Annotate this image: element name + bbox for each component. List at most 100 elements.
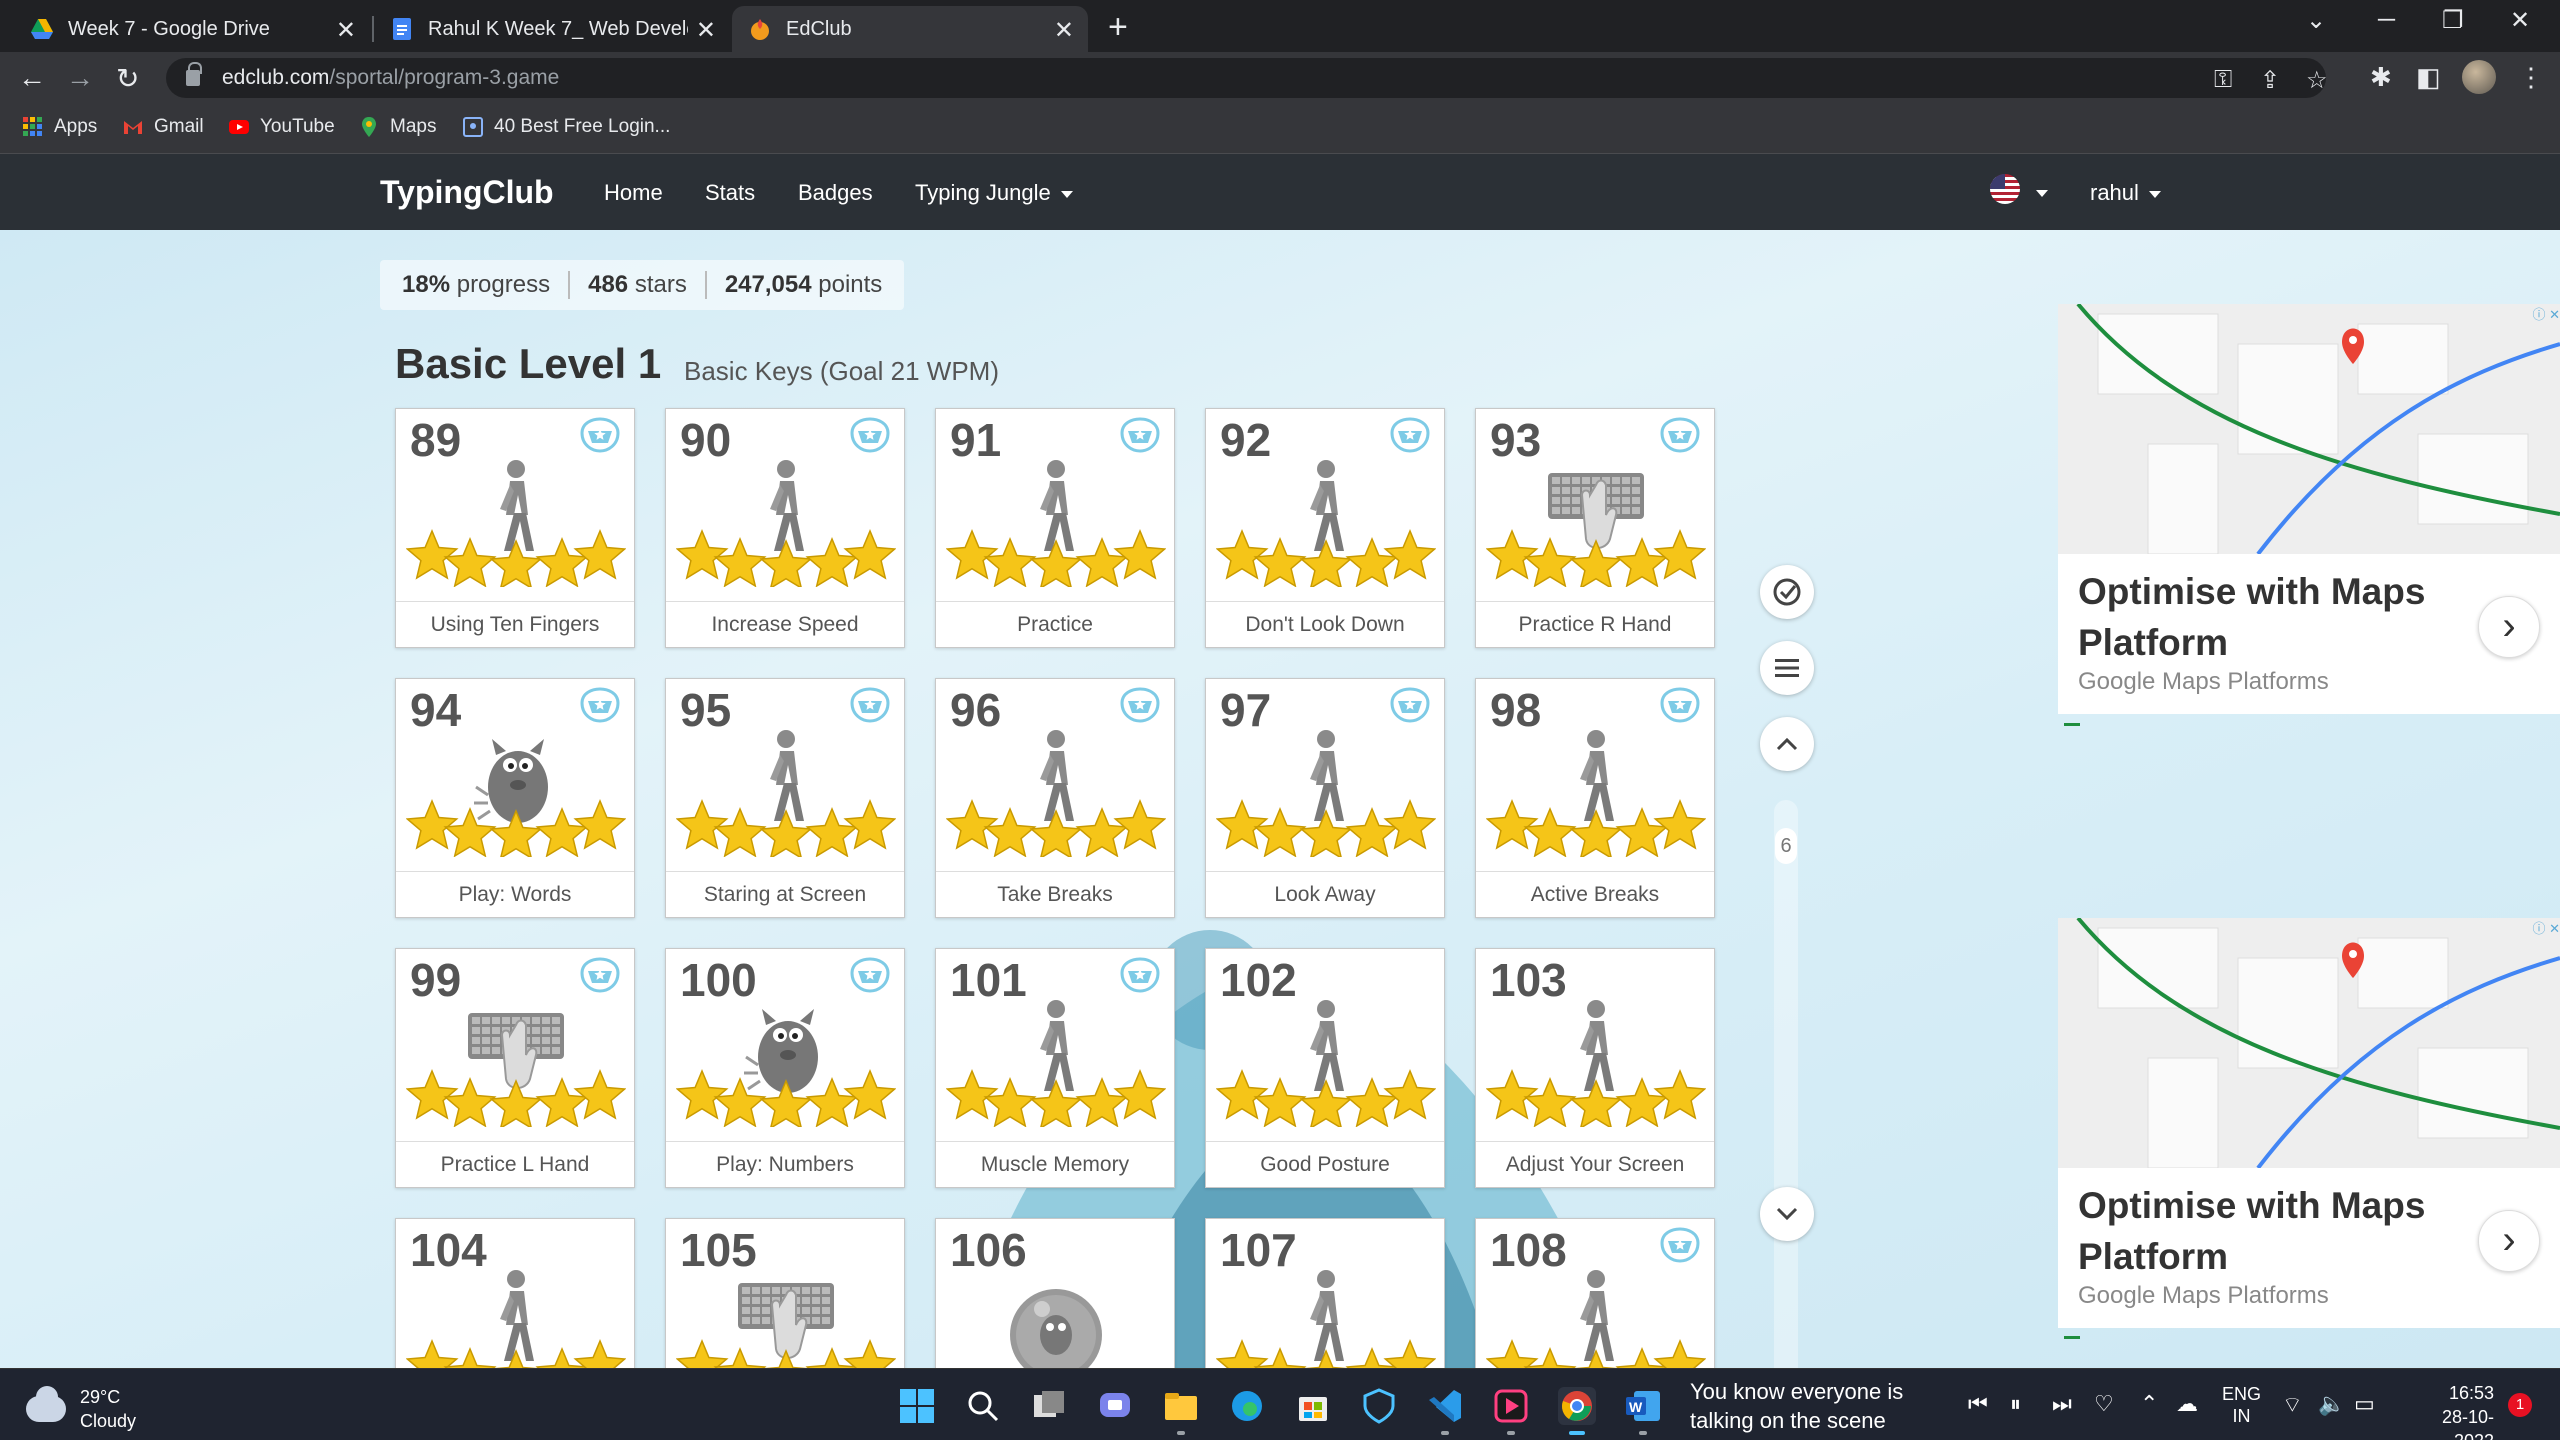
check-progress-button[interactable] — [1760, 565, 1814, 619]
level-scrollbar[interactable] — [1774, 800, 1798, 1368]
lesson-card[interactable]: 89 Using Ten Fingers — [395, 408, 635, 648]
nav-stats[interactable]: Stats — [705, 180, 755, 206]
typingclub-logo[interactable]: TypingClub — [380, 174, 554, 211]
scroll-down-button[interactable] — [1760, 1187, 1814, 1241]
scroll-position-indicator[interactable]: 6 — [1775, 828, 1797, 864]
word-icon[interactable]: W — [1624, 1387, 1662, 1425]
key-icon[interactable]: ⚿ — [2214, 66, 2232, 94]
language-indicator[interactable]: ENG IN — [2222, 1383, 2261, 1427]
wifi-icon[interactable]: ⌔ — [2282, 1391, 2303, 1419]
browser-tab-bar: Week 7 - Google Drive ✕ Rahul K Week 7_ … — [0, 0, 2560, 52]
bookmark-gmail[interactable]: Gmail — [122, 116, 204, 138]
reload-icon[interactable]: ↻ — [116, 62, 139, 95]
extensions-icon[interactable]: ✱ — [2370, 62, 2392, 93]
restore-icon[interactable]: ❐ — [2442, 6, 2464, 35]
next-track-icon[interactable]: ⏭ — [2052, 1391, 2072, 1417]
chevron-right-icon[interactable]: › — [2478, 596, 2540, 658]
lesson-card[interactable]: 95 Staring at Screen — [665, 678, 905, 918]
lesson-card[interactable]: 108 — [1475, 1218, 1715, 1368]
tab-google-drive[interactable]: Week 7 - Google Drive ✕ — [14, 6, 370, 52]
nav-typing-jungle[interactable]: Typing Jungle — [915, 180, 1073, 206]
star-icon — [1216, 1069, 1269, 1120]
nav-home[interactable]: Home — [604, 180, 663, 206]
notification-badge[interactable]: 1 — [2508, 1393, 2532, 1417]
tab-edclub[interactable]: EdClub ✕ — [732, 6, 1088, 52]
bookmark-apps[interactable]: Apps — [22, 116, 97, 138]
tab-google-docs[interactable]: Rahul K Week 7_ Web Developm ✕ — [374, 6, 730, 52]
onedrive-cloud-icon[interactable]: ☁ — [2176, 1391, 2198, 1417]
nav-badges[interactable]: Badges — [798, 180, 873, 206]
ad-choices-icon[interactable]: ⓘ ✕ — [2518, 918, 2560, 936]
microsoft-store-icon[interactable] — [1294, 1387, 1332, 1425]
star-icon — [1304, 1349, 1348, 1368]
lesson-card[interactable]: 105 — [665, 1218, 905, 1368]
ad-choices-icon[interactable]: ⓘ ✕ — [2518, 304, 2560, 322]
windows-start-icon[interactable] — [898, 1387, 936, 1425]
bookmark-youtube[interactable]: YouTube — [228, 116, 335, 138]
lesson-card[interactable]: 101 Muscle Memory — [935, 948, 1175, 1188]
screen-recorder-icon[interactable] — [1492, 1387, 1530, 1425]
previous-track-icon[interactable]: ⏮ — [1968, 1391, 1988, 1417]
file-explorer-icon[interactable] — [1162, 1387, 1200, 1425]
maps-ad[interactable]: ⓘ ✕ Optimise with Maps Platform Google M… — [2058, 304, 2560, 714]
bookmark-star-icon[interactable]: ☆ — [2306, 66, 2328, 95]
close-window-icon[interactable]: ✕ — [2510, 6, 2530, 35]
lesson-card[interactable]: 97 Look Away — [1205, 678, 1445, 918]
bookmark-login[interactable]: 40 Best Free Login... — [462, 116, 670, 138]
forward-icon[interactable]: → — [66, 62, 94, 94]
language-chevron-down-icon[interactable] — [2036, 190, 2048, 197]
us-flag-icon[interactable] — [1990, 174, 2020, 204]
lesson-card[interactable]: 107 — [1205, 1218, 1445, 1368]
clock[interactable]: 16:53 28-10-2022 — [2404, 1381, 2494, 1440]
tab-search-icon[interactable]: ⌄ — [2306, 6, 2326, 35]
teams-chat-icon[interactable] — [1096, 1387, 1134, 1425]
lesson-card[interactable]: 93 Practice R Hand — [1475, 408, 1715, 648]
share-icon[interactable]: ⇪ — [2260, 66, 2280, 95]
lesson-card[interactable]: 98 Active Breaks — [1475, 678, 1715, 918]
close-tab-icon[interactable]: ✕ — [336, 16, 356, 45]
pause-icon[interactable]: ⏸ — [2010, 1391, 2021, 1417]
lesson-card[interactable]: 96 Take Breaks — [935, 678, 1175, 918]
edge-browser-icon[interactable] — [1228, 1387, 1266, 1425]
now-playing[interactable]: You know everyone is talking on the scen… — [1690, 1377, 1903, 1435]
tray-chevron-up-icon[interactable]: ⌃ — [2140, 1391, 2158, 1417]
search-icon[interactable] — [964, 1387, 1002, 1425]
back-icon[interactable]: ← — [18, 62, 46, 94]
close-tab-icon[interactable]: ✕ — [1054, 16, 1074, 45]
heart-icon[interactable]: ♡ — [2094, 1391, 2114, 1417]
lesson-card[interactable]: 92 Don't Look Down — [1205, 408, 1445, 648]
star-rating — [1216, 799, 1436, 857]
minimize-icon[interactable]: ─ — [2378, 6, 2395, 34]
new-tab-icon[interactable]: + — [1108, 8, 1128, 47]
weather-widget[interactable]: 29°C Cloudy — [26, 1385, 136, 1433]
lesson-card[interactable]: 106 — [935, 1218, 1175, 1368]
star-icon — [764, 1349, 808, 1368]
lesson-card[interactable]: 90 Increase Speed — [665, 408, 905, 648]
menu-button[interactable] — [1760, 641, 1814, 695]
chevron-right-icon[interactable]: › — [2478, 1210, 2540, 1272]
security-shield-icon[interactable] — [1360, 1387, 1398, 1425]
task-view-icon[interactable] — [1030, 1387, 1068, 1425]
volume-icon[interactable]: 🔈 — [2318, 1391, 2345, 1417]
menu-kebab-icon[interactable]: ⋮ — [2518, 62, 2544, 93]
chrome-icon[interactable] — [1558, 1387, 1596, 1425]
lesson-card[interactable]: 94 Play: Words — [395, 678, 635, 918]
lesson-title: Practice — [936, 601, 1174, 647]
lesson-card[interactable]: 100 Play: Numbers — [665, 948, 905, 1188]
scroll-up-button[interactable] — [1760, 717, 1814, 771]
address-bar[interactable]: edclub.com/sportal/program-3.game ⚿ ⇪ ☆ — [166, 58, 2328, 98]
battery-icon[interactable]: ▭ — [2354, 1391, 2375, 1417]
lock-icon[interactable] — [186, 62, 202, 86]
maps-ad[interactable]: ⓘ ✕ Optimise with Maps Platform Google M… — [2058, 918, 2560, 1328]
bookmark-maps[interactable]: Maps — [358, 116, 436, 138]
lesson-card[interactable]: 91 Practice — [935, 408, 1175, 648]
lesson-card[interactable]: 104 — [395, 1218, 635, 1368]
user-menu[interactable]: rahul — [2090, 180, 2161, 206]
profile-avatar[interactable] — [2462, 60, 2496, 94]
lesson-card[interactable]: 102 Good Posture — [1205, 948, 1445, 1188]
side-panel-icon[interactable]: ◧ — [2416, 62, 2441, 93]
lesson-card[interactable]: 99 Practice L Hand — [395, 948, 635, 1188]
vscode-icon[interactable] — [1426, 1387, 1464, 1425]
lesson-card[interactable]: 103 Adjust Your Screen — [1475, 948, 1715, 1188]
close-tab-icon[interactable]: ✕ — [696, 16, 716, 45]
